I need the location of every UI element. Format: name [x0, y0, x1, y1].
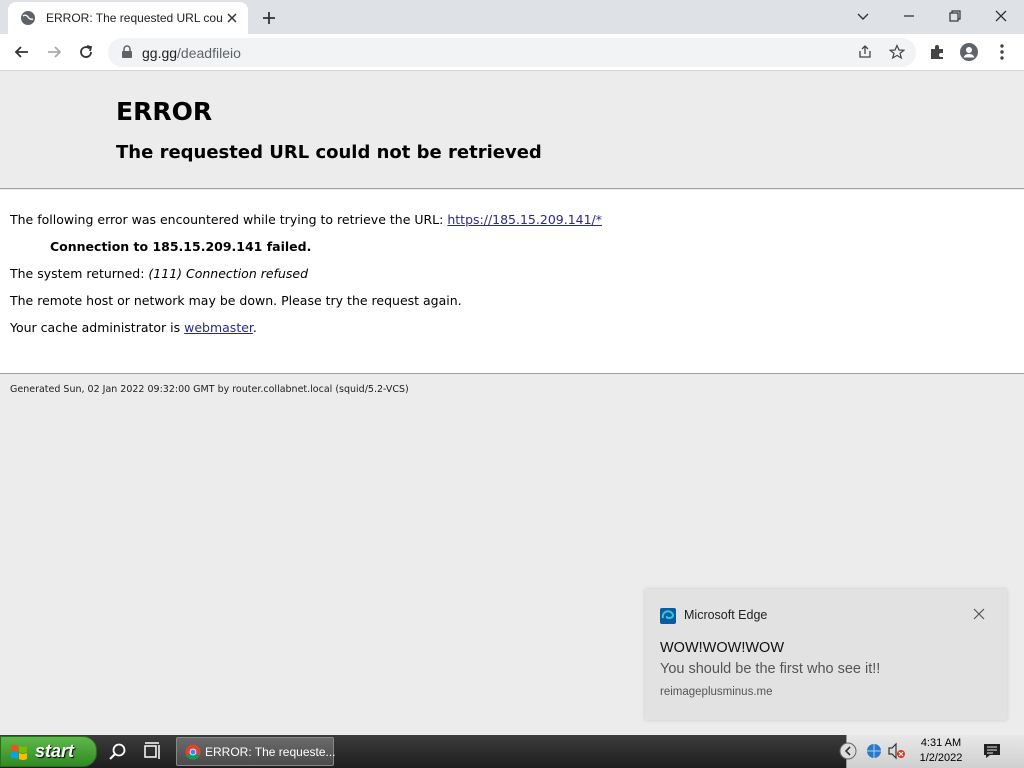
- system-line: The system returned: (111) Connection re…: [10, 266, 308, 281]
- intro-line: The following error was encountered whil…: [10, 212, 602, 227]
- windows-flag-icon: [11, 745, 27, 760]
- globe-icon: [21, 11, 35, 25]
- intro-text: The following error was encountered whil…: [10, 212, 448, 227]
- reload-icon[interactable]: [76, 42, 96, 62]
- taskbar: start ERROR: The requeste... 4:31 AM 1/2…: [0, 735, 1024, 768]
- browser-tab[interactable]: ERROR: The requested URL could not be re…: [8, 2, 248, 34]
- system-error: (111) Connection refused: [148, 266, 308, 281]
- notification-toast[interactable]: Microsoft Edge WOW!WOW!WOW You should be…: [645, 589, 1007, 720]
- forward-icon[interactable]: [44, 42, 64, 62]
- cache-suffix: .: [252, 320, 257, 335]
- notification-title: WOW!WOW!WOW: [660, 640, 785, 656]
- notification-source: reimageplusminus.me: [660, 686, 773, 698]
- webmaster-link[interactable]: webmaster: [184, 320, 253, 335]
- volume-muted-icon[interactable]: [887, 742, 907, 760]
- generated-footer: Generated Sun, 02 Jan 2022 09:32:00 GMT …: [10, 384, 409, 395]
- share-icon[interactable]: [857, 44, 873, 60]
- bookmark-star-icon[interactable]: [889, 44, 905, 60]
- chrome-icon: [185, 744, 201, 760]
- url-host: gg.gg: [142, 45, 178, 61]
- restore-icon[interactable]: [945, 6, 965, 26]
- search-icon[interactable]: [107, 741, 129, 763]
- close-window-icon[interactable]: [991, 6, 1011, 26]
- tray-date[interactable]: 1/2/2022: [917, 752, 965, 764]
- extensions-icon[interactable]: [927, 42, 947, 62]
- lock-icon[interactable]: [120, 45, 134, 59]
- menu-icon[interactable]: [992, 42, 1012, 62]
- action-center-icon[interactable]: [983, 742, 1001, 760]
- notification-close-icon[interactable]: [973, 608, 985, 620]
- remote-line: The remote host or network may be down. …: [10, 293, 462, 308]
- tab-strip: ERROR: The requested URL could not be re…: [0, 0, 1024, 34]
- url-text: gg.gg/deadfileio: [142, 45, 241, 61]
- system-prefix: The system returned:: [10, 266, 149, 281]
- url-path: /deadfileio: [177, 45, 241, 61]
- address-bar[interactable]: gg.gg/deadfileio: [108, 38, 916, 67]
- back-icon[interactable]: [12, 42, 32, 62]
- browser-toolbar: gg.gg/deadfileio: [0, 34, 1024, 71]
- notification-app-name: Microsoft Edge: [684, 608, 768, 622]
- network-icon[interactable]: [865, 742, 883, 760]
- tray-expand-icon[interactable]: [838, 741, 858, 761]
- minimize-icon[interactable]: [899, 6, 919, 26]
- profile-icon[interactable]: [959, 42, 979, 62]
- failure-line: Connection to 185.15.209.141 failed.: [50, 239, 312, 254]
- start-button[interactable]: start: [0, 736, 97, 767]
- taskbar-item-chrome[interactable]: ERROR: The requeste...: [176, 737, 336, 766]
- requested-url-link[interactable]: https://185.15.209.141/*: [447, 212, 602, 227]
- error-header: ERROR The requested URL could not be ret…: [0, 71, 1024, 189]
- error-body: The following error was encountered whil…: [0, 190, 1024, 374]
- system-tray: 4:31 AM 1/2/2022: [839, 735, 1024, 768]
- task-view-icon[interactable]: [142, 741, 164, 763]
- cache-line: Your cache administrator is webmaster.: [10, 320, 257, 335]
- error-heading: ERROR: [116, 97, 213, 126]
- tray-time[interactable]: 4:31 AM: [919, 737, 963, 749]
- close-tab-icon[interactable]: [224, 10, 240, 26]
- new-tab-icon[interactable]: [260, 9, 278, 27]
- taskbar-item-label: ERROR: The requeste...: [205, 745, 336, 759]
- tab-search-icon[interactable]: [853, 6, 873, 26]
- cache-prefix: Your cache administrator is: [10, 320, 185, 335]
- error-subheading: The requested URL could not be retrieved: [116, 142, 542, 163]
- start-label: start: [35, 741, 75, 761]
- edge-logo-icon: [660, 608, 676, 624]
- notification-message: You should be the first who see it!!: [660, 661, 881, 677]
- tab-title: ERROR: The requested URL could not be re…: [46, 11, 222, 25]
